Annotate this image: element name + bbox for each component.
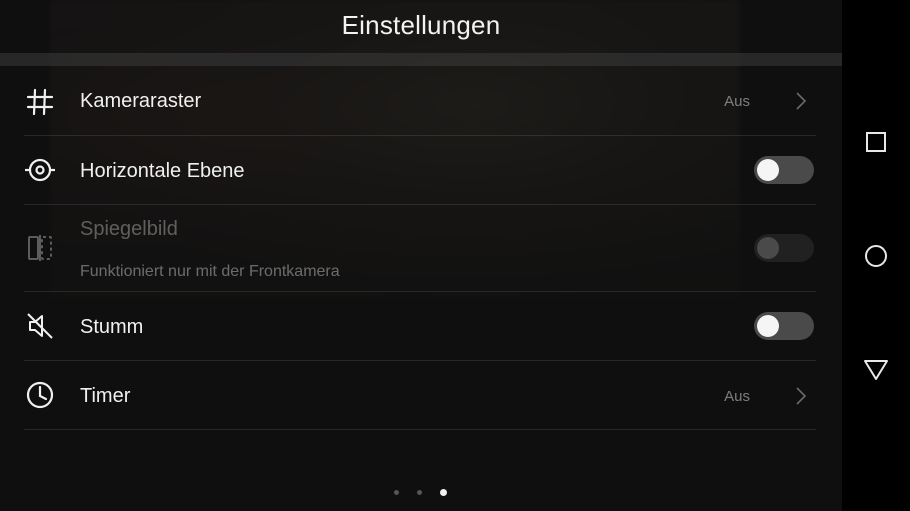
page-dot-active[interactable] — [440, 489, 447, 496]
setting-row-horizontal-level[interactable]: Horizontale Ebene — [0, 136, 842, 204]
toggle-knob — [757, 159, 779, 181]
toggle-knob — [757, 315, 779, 337]
setting-row-timer[interactable]: Timer Aus — [0, 361, 842, 429]
setting-label-mute: Stumm — [80, 316, 144, 338]
setting-label-timer: Timer — [80, 385, 131, 407]
setting-value-camera-grid: Aus — [724, 93, 750, 110]
mute-icon — [27, 313, 53, 339]
setting-label-horizontal-level: Horizontale Ebene — [80, 160, 245, 182]
page-indicator — [391, 488, 451, 498]
chevron-right-icon — [796, 387, 807, 405]
horizontal-level-toggle[interactable] — [754, 156, 814, 184]
page-dot[interactable] — [417, 490, 422, 495]
recents-button[interactable] — [860, 126, 892, 158]
chevron-right-icon — [796, 92, 807, 110]
page-dot[interactable] — [394, 490, 399, 495]
setting-label-mirror: Spiegelbild — [80, 218, 178, 240]
row-divider — [24, 429, 816, 430]
mute-toggle[interactable] — [754, 312, 814, 340]
setting-value-timer: Aus — [724, 388, 750, 405]
page-title: Einstellungen — [341, 10, 501, 40]
grid-icon — [26, 88, 54, 116]
setting-row-camera-grid[interactable]: Kameraraster Aus — [0, 67, 842, 135]
back-button[interactable] — [860, 353, 892, 385]
setting-row-mute[interactable]: Stumm — [0, 292, 842, 360]
setting-row-mirror: Spiegelbild Funktioniert nur mit der Fro… — [0, 205, 842, 291]
home-button[interactable] — [860, 240, 892, 272]
toggle-knob — [757, 237, 779, 259]
mirror-toggle — [754, 234, 814, 262]
mirror-icon — [28, 235, 52, 261]
setting-subtitle-mirror: Funktioniert nur mit der Frontkamera — [80, 263, 340, 280]
title-divider — [0, 53, 842, 66]
level-icon — [25, 158, 55, 182]
setting-label-camera-grid: Kameraraster — [80, 90, 202, 112]
timer-icon — [26, 381, 54, 409]
navigation-bar — [842, 0, 910, 511]
